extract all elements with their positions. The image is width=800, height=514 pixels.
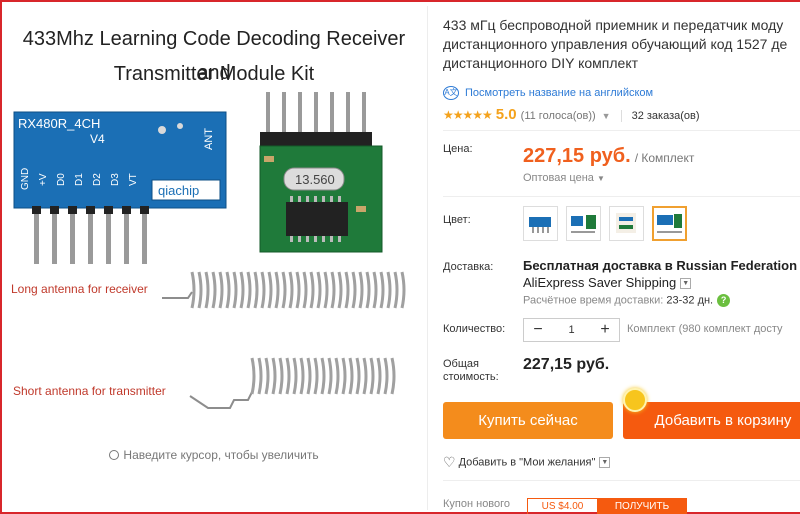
product-title: 433 мГц беспроводной приемник и передатч… — [443, 16, 800, 73]
product-title-line1: 433 мГц беспроводной приемник и передатч… — [443, 17, 784, 33]
chevron-down-icon[interactable]: ▼ — [602, 111, 611, 121]
total-label-line2: стоимость: — [443, 371, 499, 383]
delivery-time-label: Расчётное время доставки: — [523, 294, 664, 307]
crystal-text: 13.560 — [295, 172, 335, 187]
wholesale-price-toggle[interactable]: Оптовая цена ▼ — [523, 172, 605, 184]
quantity-plus-button[interactable]: + — [591, 321, 619, 339]
wishlist-row[interactable]: ♡ Добавить в "Мои желания" ▼ — [443, 454, 611, 471]
total-label-line1: Общая — [443, 358, 479, 370]
product-title-line3: дистанционного DIY комплект — [443, 55, 639, 71]
quantity-stepper: − 1 + — [523, 318, 620, 342]
coupon-label: Купон нового — [443, 498, 511, 510]
chevron-down-icon[interactable]: ▼ — [680, 278, 692, 290]
price-label: Цена: — [443, 143, 473, 155]
color-option-1[interactable] — [523, 206, 558, 241]
help-icon[interactable]: ? — [717, 294, 731, 307]
color-label: Цвет: — [443, 214, 471, 226]
delivery-time: Расчётное время доставки: 23-32 дн.? — [523, 294, 731, 307]
total-label: Общая стоимость: — [443, 358, 499, 384]
column-divider — [427, 6, 428, 510]
zoom-hint: Наведите курсор, чтобы увеличить — [4, 448, 424, 462]
board-brand-text: qiachip — [158, 183, 199, 198]
translate-link-text[interactable]: Посмотреть название на английском — [465, 87, 653, 99]
rating-stars-icon: ★★★★★ — [443, 108, 493, 122]
divider — [443, 196, 800, 197]
add-to-cart-button[interactable]: Добавить в корзину — [623, 402, 800, 439]
long-antenna — [162, 271, 406, 309]
transmitter-board: 13.560 — [259, 92, 383, 253]
translate-icon: A文 — [443, 86, 459, 100]
color-options — [523, 206, 687, 241]
shipping-destination: Бесплатная доставка в Russian Federation — [523, 258, 798, 273]
short-antenna — [189, 357, 396, 409]
pin-label-vt: VT — [128, 173, 139, 186]
shipping-method-text[interactable]: AliExpress Saver Shipping — [523, 275, 676, 290]
receiver-board: RX480R_4CH V4 ANT GND +V D0 D1 D2 D3 VT … — [13, 111, 227, 264]
pin-label-d1: D1 — [74, 173, 85, 186]
color-option-2[interactable] — [566, 206, 601, 241]
rating-votes-link[interactable]: (11 голоса(ов)) — [521, 110, 596, 122]
pin-label-d3: D3 — [110, 173, 121, 186]
price-unit: / Комплект — [634, 151, 695, 165]
rating-separator — [620, 110, 622, 123]
board-model-text: RX480R_4CH — [18, 116, 100, 131]
coupon-amount: US $4.00 — [527, 498, 597, 514]
coin-icon — [623, 388, 647, 412]
quantity-input[interactable]: 1 — [552, 324, 591, 336]
product-details: 433 мГц беспроводной приемник и передатч… — [443, 0, 800, 514]
rating-row: ★★★★★ 5.0 (11 голоса(ов)) ▼ 32 заказа(ов) — [443, 106, 700, 123]
color-option-4-selected[interactable] — [652, 206, 687, 241]
pin-label-gnd: GND — [20, 168, 31, 190]
shipping-method[interactable]: AliExpress Saver Shipping ▼ — [523, 275, 692, 290]
product-title-line2: дистанционного управления обучающий код … — [443, 36, 788, 52]
heart-icon[interactable]: ♡ — [443, 454, 456, 470]
quantity-label: Количество: — [443, 323, 506, 335]
product-gallery[interactable]: 433Mhz Learning Code Decoding Receiver a… — [4, 4, 424, 510]
product-image[interactable]: RX480R_4CH V4 ANT GND +V D0 D1 D2 D3 VT … — [12, 86, 417, 426]
orders-count: 32 заказа(ов) — [631, 110, 700, 122]
divider — [443, 130, 800, 131]
pin-label-v: +V — [38, 173, 49, 186]
chevron-down-icon[interactable]: ▼ — [599, 457, 611, 468]
delivery-time-value: 23-32 дн. — [666, 294, 714, 307]
coupon-get-button[interactable]: ПОЛУЧИТЬ — [597, 498, 687, 514]
wholesale-label[interactable]: Оптовая цена — [523, 172, 594, 184]
divider — [443, 480, 800, 481]
pin-label-d2: D2 — [92, 173, 103, 186]
quantity-minus-button[interactable]: − — [524, 321, 552, 339]
pin-label-d0: D0 — [56, 173, 67, 186]
rating-value: 5.0 — [495, 106, 517, 123]
shipping-label: Доставка: — [443, 261, 494, 273]
board-ant-text: ANT — [203, 128, 215, 150]
wishlist-link[interactable]: Добавить в "Мои желания" — [459, 456, 596, 468]
quantity-availability: Комплект (980 комплект досту — [627, 323, 783, 335]
translate-link[interactable]: A文 Посмотреть название на английском — [443, 86, 653, 100]
magnifier-icon — [109, 450, 120, 460]
price-value: 227,15 руб. / Комплект — [523, 145, 694, 168]
total-value: 227,15 руб. — [523, 356, 610, 373]
long-antenna-label: Long antenna for receiver — [11, 282, 148, 296]
zoom-hint-text: Наведите курсор, чтобы увеличить — [123, 448, 319, 462]
short-antenna-label: Short antenna for transmitter — [13, 384, 166, 398]
buy-now-button[interactable]: Купить сейчас — [443, 402, 613, 439]
chevron-down-icon: ▼ — [596, 174, 605, 183]
price-amount: 227,15 руб. — [523, 145, 631, 167]
board-version-text: V4 — [90, 132, 105, 146]
color-option-3[interactable] — [609, 206, 644, 241]
